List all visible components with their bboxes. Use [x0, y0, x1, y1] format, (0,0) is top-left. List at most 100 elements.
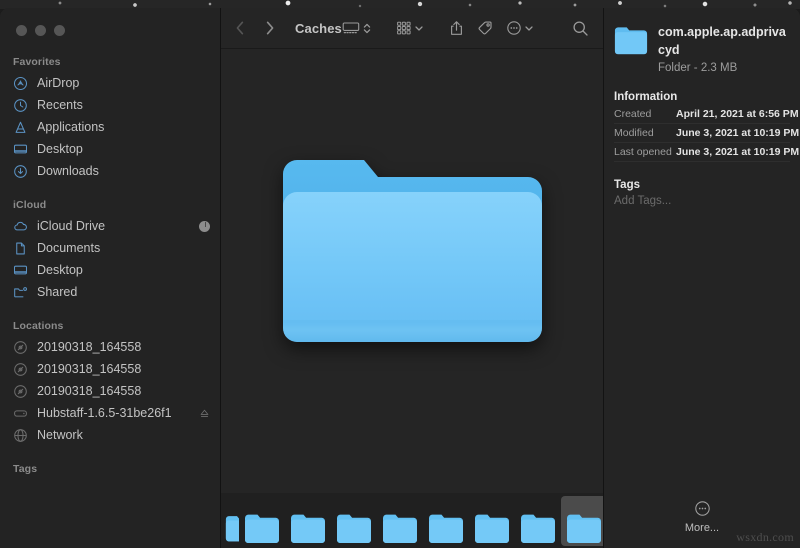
disc-icon — [13, 362, 28, 377]
sidebar-item-label: AirDrop — [37, 76, 79, 90]
preview-area[interactable] — [221, 49, 603, 493]
sidebar-item-label: iCloud Drive — [37, 219, 105, 233]
disc-icon — [13, 384, 28, 399]
folder-thumbnail-icon — [382, 513, 418, 543]
sidebar-item-shared[interactable]: Shared — [0, 281, 220, 303]
navigation-buttons — [233, 20, 277, 36]
sidebar-group-icloud-title: iCloud — [0, 195, 220, 215]
eject-icon[interactable] — [199, 408, 210, 419]
sidebar-item-label: Network — [37, 428, 83, 442]
filmstrip-item[interactable] — [239, 496, 285, 546]
folder-thumbnail-icon — [474, 513, 510, 543]
window-path-title: Caches — [295, 21, 342, 36]
folder-thumbnail-icon — [428, 513, 464, 543]
sidebar-item-network[interactable]: Network — [0, 424, 220, 446]
filmstrip-item[interactable] — [377, 496, 423, 546]
info-row-key: Last opened — [614, 146, 676, 158]
sidebar-item-label: Recents — [37, 98, 83, 112]
sidebar-item-downloads[interactable]: Downloads — [0, 160, 220, 182]
drive-icon — [13, 406, 28, 421]
stepper-chevrons-icon — [363, 21, 371, 36]
network-icon — [13, 428, 28, 443]
share-button[interactable] — [449, 17, 464, 39]
sidebar-item-label: Hubstaff-1.6.5-31be26f1 — [37, 406, 172, 420]
sidebar-item-hubstaff-volume[interactable]: Hubstaff-1.6.5-31be26f1 — [0, 402, 220, 424]
applications-icon — [13, 120, 28, 135]
chevron-down-icon — [524, 23, 534, 33]
sidebar-item-volume-2[interactable]: 20190318_164558 — [0, 358, 220, 380]
file-name: com.apple.ap.adprivacyd — [658, 25, 786, 57]
folder-thumbnail-icon — [290, 513, 326, 543]
more-label: More... — [685, 522, 719, 534]
tag-button[interactable] — [477, 17, 493, 39]
document-icon — [13, 241, 28, 256]
info-header-text: com.apple.ap.adprivacyd Folder - 2.3 MB — [658, 23, 790, 74]
sidebar-item-applications[interactable]: Applications — [0, 116, 220, 138]
folder-thumbnail-icon — [520, 513, 556, 543]
more-button[interactable]: More... — [604, 500, 800, 534]
clock-icon — [13, 98, 28, 113]
sidebar-item-label: 20190318_164558 — [37, 384, 141, 398]
minimize-button[interactable] — [35, 25, 46, 36]
add-tags-field[interactable]: Add Tags... — [614, 195, 790, 207]
info-row-key: Created — [614, 108, 676, 120]
sidebar-item-desktop-icloud[interactable]: Desktop — [0, 259, 220, 281]
airdrop-icon — [13, 76, 28, 91]
sidebar-item-label: Applications — [37, 120, 104, 134]
finder-window: Favorites AirDrop — [0, 8, 800, 548]
desktop-icon — [13, 142, 28, 157]
sidebar-group-locations-title: Locations — [0, 316, 220, 336]
info-header: com.apple.ap.adprivacyd Folder - 2.3 MB — [614, 23, 790, 74]
filmstrip-item-selected[interactable] — [561, 496, 603, 546]
desktop-icon — [13, 263, 28, 278]
filmstrip-item[interactable] — [285, 496, 331, 546]
info-row-modified: Modified June 3, 2021 at 10:19 PM — [614, 124, 790, 143]
filmstrip-item[interactable] — [225, 496, 239, 546]
folder-thumbnail-icon — [566, 513, 602, 543]
disc-icon — [13, 340, 28, 355]
sidebar-item-documents[interactable]: Documents — [0, 237, 220, 259]
close-button[interactable] — [16, 25, 27, 36]
sidebar-item-label: Desktop — [37, 263, 83, 277]
sidebar-spacer — [0, 446, 220, 459]
zoom-button[interactable] — [54, 25, 65, 36]
window-controls — [16, 25, 65, 36]
information-section-title: Information — [614, 91, 790, 103]
blue-folder-icon — [275, 144, 550, 377]
cloud-icon — [13, 219, 28, 234]
sync-progress-icon — [199, 221, 210, 232]
sidebar-item-desktop[interactable]: Desktop — [0, 138, 220, 160]
view-mode-button[interactable] — [342, 17, 371, 39]
tags-section-title: Tags — [614, 179, 790, 191]
more-actions-button[interactable] — [506, 17, 534, 39]
sidebar-item-volume-3[interactable]: 20190318_164558 — [0, 380, 220, 402]
sidebar-item-recents[interactable]: Recents — [0, 94, 220, 116]
filmstrip[interactable] — [221, 493, 603, 548]
folder-thumbnail-icon — [336, 513, 372, 543]
info-panel: com.apple.ap.adprivacyd Folder - 2.3 MB … — [603, 8, 800, 548]
info-row-key: Modified — [614, 127, 676, 139]
downloads-icon — [13, 164, 28, 179]
sidebar-item-airdrop[interactable]: AirDrop — [0, 72, 220, 94]
filmstrip-item[interactable] — [515, 496, 561, 546]
toolbar: Caches — [221, 8, 603, 49]
forward-button[interactable] — [263, 20, 277, 36]
folder-thumbnail-icon — [244, 513, 280, 543]
main-area: Caches — [221, 8, 603, 548]
folder-thumbnail-icon — [225, 513, 239, 543]
filmstrip-item[interactable] — [469, 496, 515, 546]
circle-ellipsis-icon — [694, 500, 711, 517]
info-row-last-opened: Last opened June 3, 2021 at 10:19 PM — [614, 143, 790, 162]
search-button[interactable] — [572, 17, 589, 39]
sidebar-list[interactable]: Favorites AirDrop — [0, 52, 220, 548]
back-button[interactable] — [233, 20, 247, 36]
toolbar-actions — [342, 17, 589, 39]
sidebar-item-icloud-drive[interactable]: iCloud Drive — [0, 215, 220, 237]
file-kind-size: Folder - 2.3 MB — [658, 62, 790, 74]
sidebar-item-volume-1[interactable]: 20190318_164558 — [0, 336, 220, 358]
group-by-button[interactable] — [396, 17, 424, 39]
sidebar-spacer — [0, 303, 220, 316]
filmstrip-item[interactable] — [331, 496, 377, 546]
filmstrip-item[interactable] — [423, 496, 469, 546]
watermark: wsxdn.com — [736, 530, 794, 545]
